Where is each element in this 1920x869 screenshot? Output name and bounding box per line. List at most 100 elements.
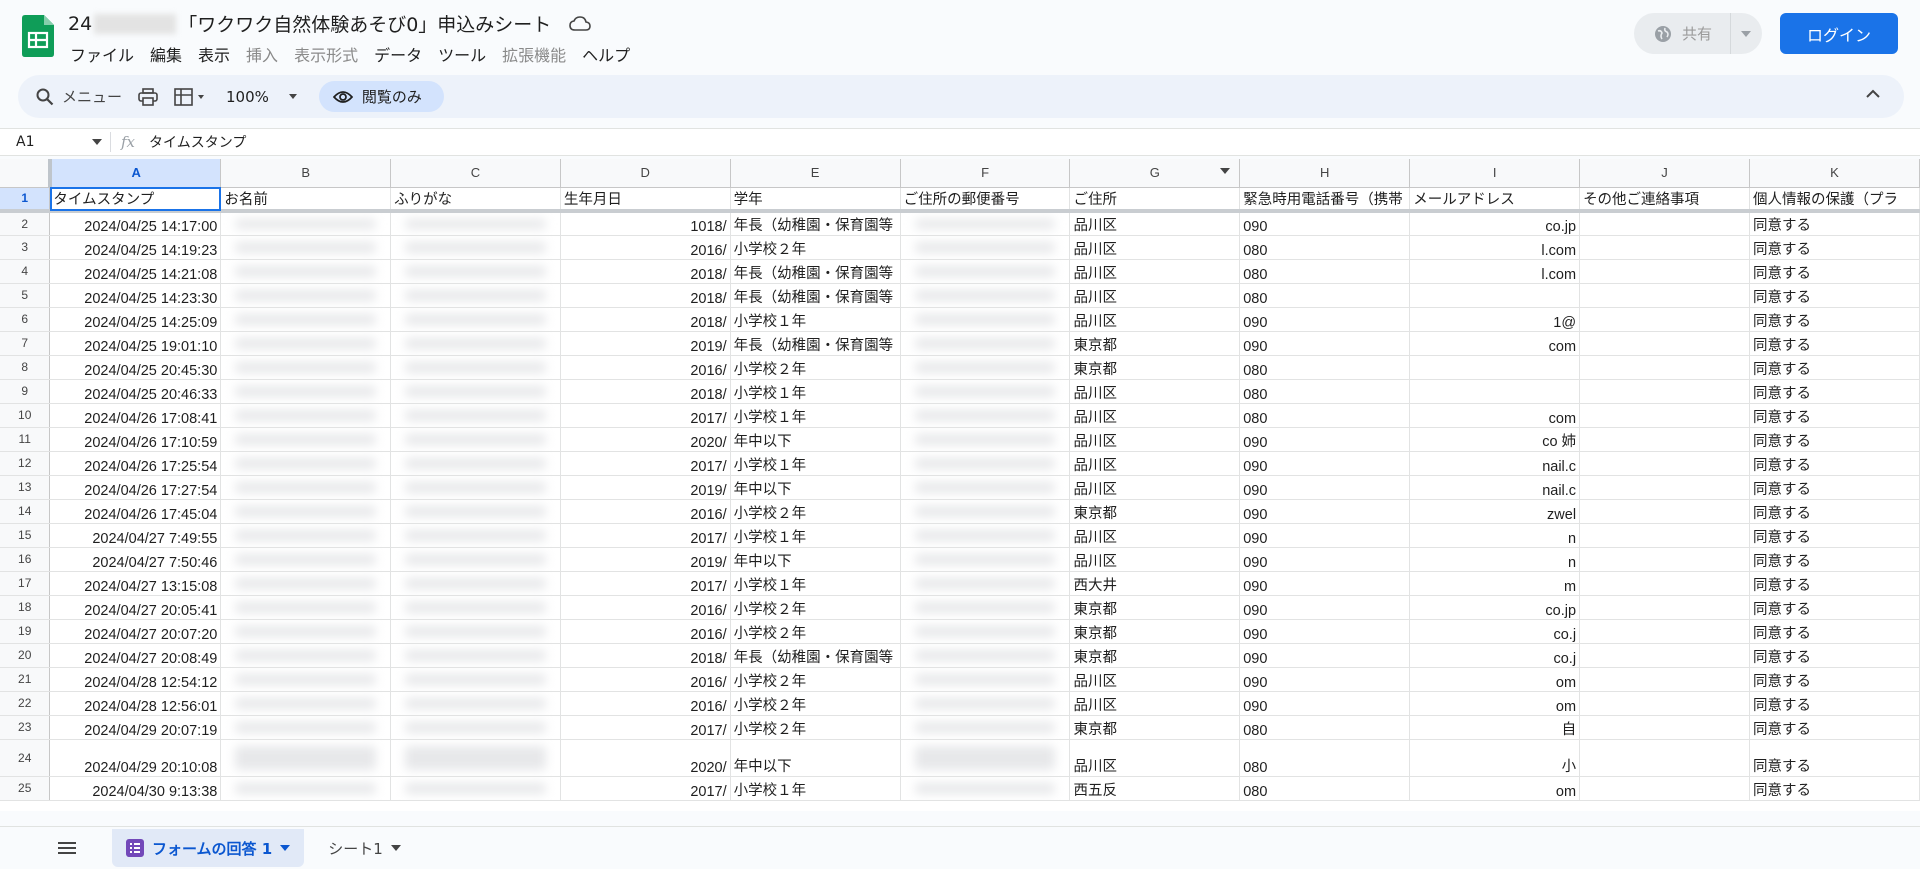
cell-grade[interactable]: 小学校１年 bbox=[730, 451, 901, 476]
cell-addr[interactable]: 品川区 bbox=[1069, 259, 1241, 284]
redacted-cell[interactable] bbox=[900, 235, 1071, 260]
cell-tel[interactable]: 080 bbox=[1239, 379, 1411, 404]
cell-dob[interactable]: 2016/ bbox=[560, 595, 731, 620]
cell-grade[interactable]: 年長（幼稚園・保育園等 bbox=[730, 283, 901, 308]
cell-dob[interactable]: 2018/ bbox=[560, 379, 731, 404]
row-header[interactable]: 11 bbox=[0, 427, 51, 452]
cell-consent[interactable]: 同意する bbox=[1749, 427, 1920, 452]
cell-addr[interactable]: 品川区 bbox=[1069, 211, 1241, 236]
cell-mail[interactable] bbox=[1409, 379, 1581, 404]
redacted-cell[interactable] bbox=[900, 427, 1071, 452]
redacted-cell[interactable] bbox=[220, 523, 392, 548]
cell-ts[interactable]: 2024/04/27 13:15:08 bbox=[49, 571, 222, 596]
row-header[interactable]: 9 bbox=[0, 379, 51, 404]
cell-consent[interactable]: 同意する bbox=[1749, 379, 1920, 404]
cell-note[interactable] bbox=[1579, 451, 1750, 476]
cell-consent[interactable]: 同意する bbox=[1749, 307, 1920, 332]
cell-tel[interactable]: 080 bbox=[1239, 403, 1411, 428]
header-cell[interactable]: ご住所 bbox=[1069, 187, 1241, 213]
redacted-cell[interactable] bbox=[220, 571, 392, 596]
cell-ts[interactable]: 2024/04/28 12:54:12 bbox=[49, 667, 222, 692]
redacted-cell[interactable] bbox=[900, 355, 1071, 380]
cell-mail[interactable]: om bbox=[1409, 776, 1581, 801]
cell-addr[interactable]: 品川区 bbox=[1069, 475, 1241, 500]
cell-dob[interactable]: 2020/ bbox=[560, 427, 731, 452]
cell-note[interactable] bbox=[1579, 595, 1750, 620]
menu-item[interactable]: ツール bbox=[430, 40, 494, 68]
cell-consent[interactable]: 同意する bbox=[1749, 451, 1920, 476]
row-header[interactable]: 16 bbox=[0, 547, 51, 572]
row-header[interactable]: 6 bbox=[0, 307, 51, 332]
column-header[interactable]: H bbox=[1239, 159, 1411, 188]
redacted-cell[interactable] bbox=[390, 547, 561, 572]
redacted-cell[interactable] bbox=[900, 499, 1071, 524]
cell-dob[interactable]: 2016/ bbox=[560, 667, 731, 692]
redacted-cell[interactable] bbox=[390, 619, 561, 644]
cell-note[interactable] bbox=[1579, 643, 1750, 668]
column-header[interactable]: D bbox=[560, 159, 731, 188]
cell-mail[interactable]: om bbox=[1409, 667, 1581, 692]
column-header[interactable]: B bbox=[220, 159, 392, 188]
column-header[interactable]: G bbox=[1069, 159, 1241, 188]
redacted-cell[interactable] bbox=[900, 307, 1071, 332]
cell-mail[interactable]: co.jp bbox=[1409, 211, 1581, 236]
cell-consent[interactable]: 同意する bbox=[1749, 571, 1920, 596]
cell-dob[interactable]: 2020/ bbox=[560, 739, 731, 777]
cell-dob[interactable]: 2016/ bbox=[560, 235, 731, 260]
cell-ts[interactable]: 2024/04/25 20:45:30 bbox=[49, 355, 222, 380]
cell-ts[interactable]: 2024/04/25 14:25:09 bbox=[49, 307, 222, 332]
cell-dob[interactable]: 2017/ bbox=[560, 571, 731, 596]
cell-note[interactable] bbox=[1579, 403, 1750, 428]
cell-addr[interactable]: 品川区 bbox=[1069, 427, 1241, 452]
row-header[interactable]: 1 bbox=[0, 187, 51, 213]
redacted-cell[interactable] bbox=[220, 307, 392, 332]
redacted-cell[interactable] bbox=[900, 739, 1071, 777]
row-header[interactable]: 24 bbox=[0, 739, 51, 777]
redacted-cell[interactable] bbox=[900, 643, 1071, 668]
redacted-cell[interactable] bbox=[390, 307, 561, 332]
cell-consent[interactable]: 同意する bbox=[1749, 523, 1920, 548]
menu-item[interactable]: 表示形式 bbox=[286, 40, 366, 68]
cell-grade[interactable]: 小学校１年 bbox=[730, 379, 901, 404]
cell-grade[interactable]: 小学校１年 bbox=[730, 307, 901, 332]
cell-ts[interactable]: 2024/04/26 17:10:59 bbox=[49, 427, 222, 452]
redacted-cell[interactable] bbox=[390, 667, 561, 692]
cell-mail[interactable]: m bbox=[1409, 571, 1581, 596]
redacted-cell[interactable] bbox=[220, 355, 392, 380]
column-header[interactable]: F bbox=[900, 159, 1071, 188]
all-sheets-icon[interactable] bbox=[58, 842, 76, 854]
cell-note[interactable] bbox=[1579, 307, 1750, 332]
redacted-cell[interactable] bbox=[390, 739, 561, 777]
cell-dob[interactable]: 2017/ bbox=[560, 715, 731, 740]
cell-ts[interactable]: 2024/04/25 20:46:33 bbox=[49, 379, 222, 404]
cell-addr[interactable]: 品川区 bbox=[1069, 523, 1241, 548]
cell-consent[interactable]: 同意する bbox=[1749, 547, 1920, 572]
cell-consent[interactable]: 同意する bbox=[1749, 595, 1920, 620]
collapse-toolbar-icon[interactable] bbox=[1866, 89, 1880, 98]
name-box[interactable]: A1 bbox=[0, 134, 110, 150]
redacted-cell[interactable] bbox=[900, 619, 1071, 644]
redacted-cell[interactable] bbox=[900, 547, 1071, 572]
redacted-cell[interactable] bbox=[220, 475, 392, 500]
redacted-cell[interactable] bbox=[390, 715, 561, 740]
cell-tel[interactable]: 080 bbox=[1239, 355, 1411, 380]
menu-item[interactable]: 拡張機能 bbox=[494, 40, 574, 68]
cell-ts[interactable]: 2024/04/27 20:05:41 bbox=[49, 595, 222, 620]
cell-grade[interactable]: 年長（幼稚園・保育園等 bbox=[730, 643, 901, 668]
row-header[interactable]: 15 bbox=[0, 523, 51, 548]
redacted-cell[interactable] bbox=[900, 379, 1071, 404]
row-header[interactable]: 18 bbox=[0, 595, 51, 620]
share-dropdown-icon[interactable] bbox=[1741, 30, 1752, 37]
cell-addr[interactable]: 西五反 bbox=[1069, 776, 1241, 801]
header-cell[interactable]: ふりがな bbox=[390, 187, 561, 213]
redacted-cell[interactable] bbox=[390, 571, 561, 596]
cell-grade[interactable]: 年長（幼稚園・保育園等 bbox=[730, 331, 901, 356]
cell-note[interactable] bbox=[1579, 523, 1750, 548]
cell-tel[interactable]: 090 bbox=[1239, 475, 1411, 500]
cell-ts[interactable]: 2024/04/27 20:07:20 bbox=[49, 619, 222, 644]
column-header[interactable]: K bbox=[1749, 159, 1920, 188]
cell-addr[interactable]: 東京都 bbox=[1069, 499, 1241, 524]
cell-ts[interactable]: 2024/04/25 14:17:00 bbox=[49, 211, 222, 236]
cell-mail[interactable]: com bbox=[1409, 403, 1581, 428]
cell-tel[interactable]: 090 bbox=[1239, 451, 1411, 476]
